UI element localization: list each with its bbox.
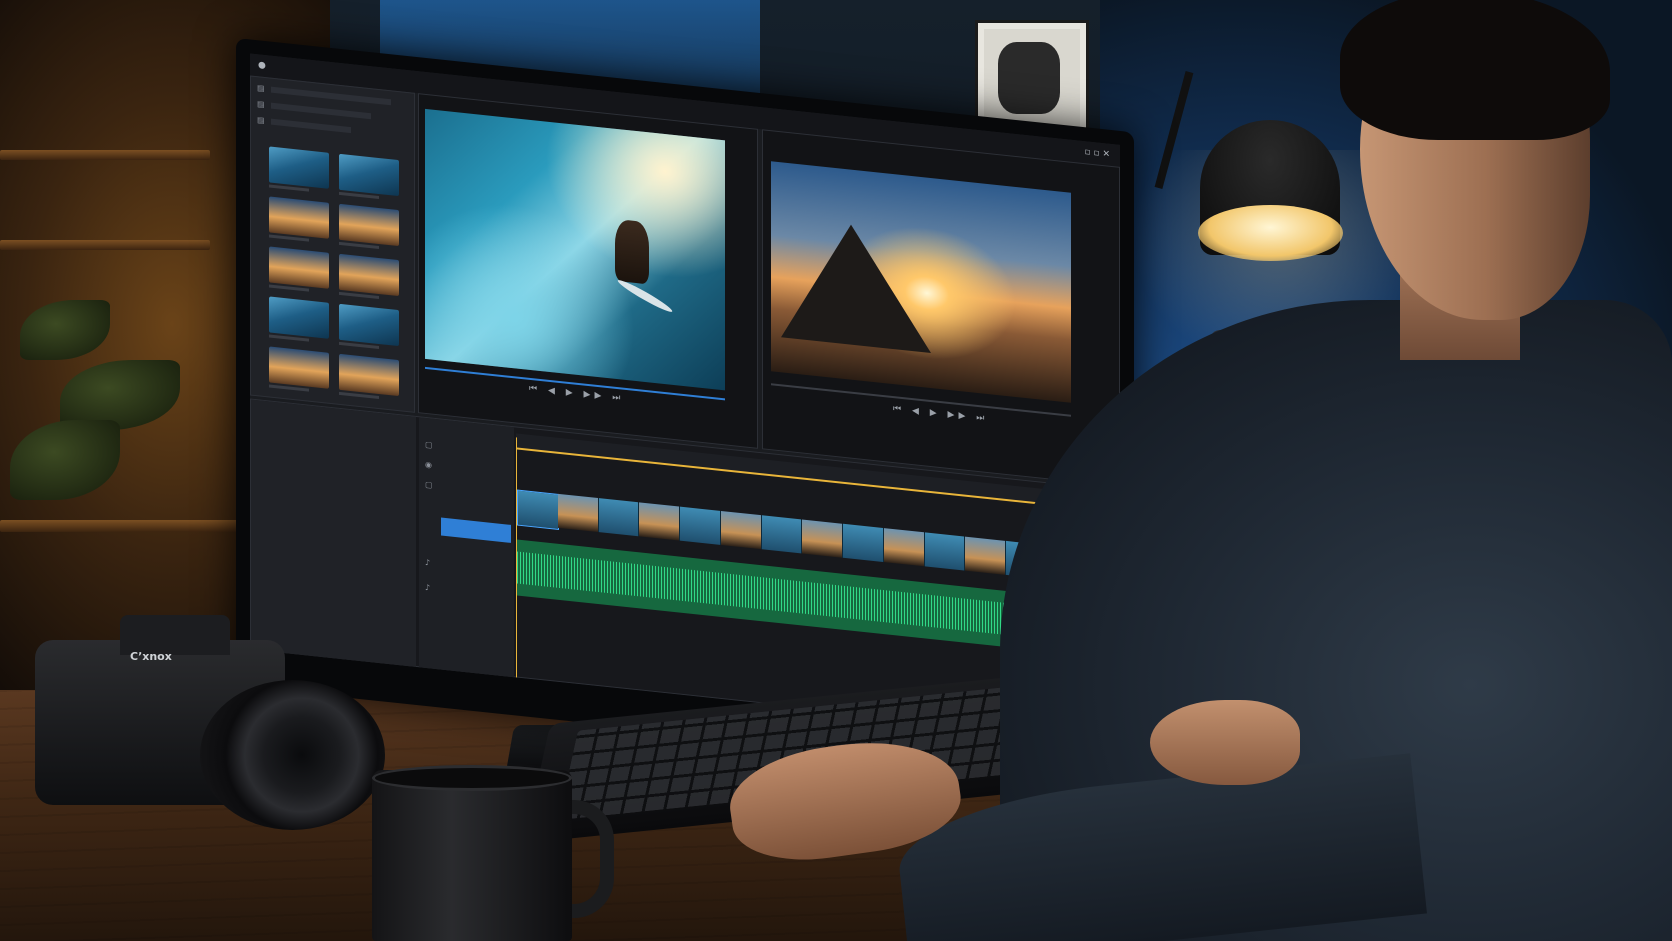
camera-brand-label: Cʼxnox	[130, 650, 172, 663]
mountain-silhouette	[781, 217, 931, 354]
surfer-figure	[615, 218, 649, 285]
person-hair	[1340, 0, 1610, 140]
eye-icon[interactable]: ◉	[425, 460, 432, 470]
lock-icon[interactable]: ▢	[425, 440, 433, 450]
video-clip[interactable]	[802, 519, 844, 558]
monitor-screen: ● ▫ ▫ ✕ ▤ ▤ ▤ ⏮ ◀ ▶ ▶▶ ⏭ ⏮ ◀ ▶ ▶▶ ⏭ ▢ ◉ …	[250, 53, 1120, 741]
media-thumbnail[interactable]	[269, 296, 329, 339]
video-clip[interactable]	[965, 536, 1007, 575]
source-viewer-panel: ⏮ ◀ ▶ ▶▶ ⏭	[418, 93, 758, 449]
folder-icon[interactable]: ▤	[257, 115, 265, 125]
camera-lens	[200, 680, 385, 830]
program-transport-controls[interactable]: ⏮ ◀ ▶ ▶▶ ⏭	[893, 404, 988, 424]
video-clip[interactable]	[557, 493, 599, 533]
media-thumbnail[interactable]	[269, 196, 329, 239]
bin-row[interactable]	[271, 118, 351, 134]
track-headers: ▢ ◉ ▢ ♪ ♪	[419, 417, 514, 679]
selected-track-header[interactable]	[441, 517, 511, 543]
frame-artwork	[998, 42, 1060, 114]
video-clip[interactable]	[761, 515, 803, 554]
folder-icon[interactable]: ▤	[257, 83, 265, 93]
shelf	[0, 150, 210, 160]
shelf	[0, 520, 250, 532]
video-clip[interactable]	[517, 489, 559, 530]
media-thumbnail[interactable]	[269, 346, 329, 389]
speaker-icon[interactable]: ♪	[425, 583, 430, 593]
media-thumbnail[interactable]	[339, 203, 399, 247]
video-clip[interactable]	[598, 498, 640, 537]
hand-on-mouse	[1150, 700, 1300, 785]
video-clip[interactable]	[639, 502, 681, 541]
media-thumbnail[interactable]	[339, 353, 399, 397]
video-clip[interactable]	[843, 523, 884, 563]
media-thumbnail[interactable]	[339, 253, 399, 297]
video-clip[interactable]	[680, 506, 721, 545]
speaker-icon[interactable]: ♪	[425, 558, 430, 568]
source-viewer-image	[425, 108, 725, 391]
program-viewer-panel: ⏮ ◀ ▶ ▶▶ ⏭	[762, 129, 1120, 487]
video-clip[interactable]	[720, 510, 762, 550]
lock-icon[interactable]: ▢	[425, 480, 433, 490]
media-thumbnail[interactable]	[339, 153, 399, 197]
media-thumbnail[interactable]	[269, 146, 329, 189]
shelf	[0, 240, 210, 250]
media-thumbnail[interactable]	[269, 246, 329, 289]
effects-panel	[251, 399, 416, 668]
window-controls-icon[interactable]: ▫ ▫ ✕	[1085, 147, 1110, 160]
folder-icon[interactable]: ▤	[257, 99, 265, 109]
bin-row[interactable]	[271, 86, 391, 106]
video-clip[interactable]	[924, 532, 966, 571]
mug-rim	[372, 765, 572, 791]
app-menu-icon[interactable]: ●	[258, 60, 266, 71]
media-thumbnail[interactable]	[339, 303, 399, 347]
media-bin-panel: ▤ ▤ ▤	[250, 75, 415, 413]
program-viewer-image	[771, 161, 1071, 403]
camera-top	[120, 615, 230, 655]
video-clip[interactable]	[883, 528, 925, 567]
lamp-bulb	[1198, 205, 1343, 261]
bin-row[interactable]	[271, 102, 371, 120]
editing-desk-scene: ● ▫ ▫ ✕ ▤ ▤ ▤ ⏮ ◀ ▶ ▶▶ ⏭ ⏮ ◀ ▶ ▶▶ ⏭ ▢ ◉ …	[0, 0, 1672, 941]
coffee-mug	[372, 770, 572, 941]
